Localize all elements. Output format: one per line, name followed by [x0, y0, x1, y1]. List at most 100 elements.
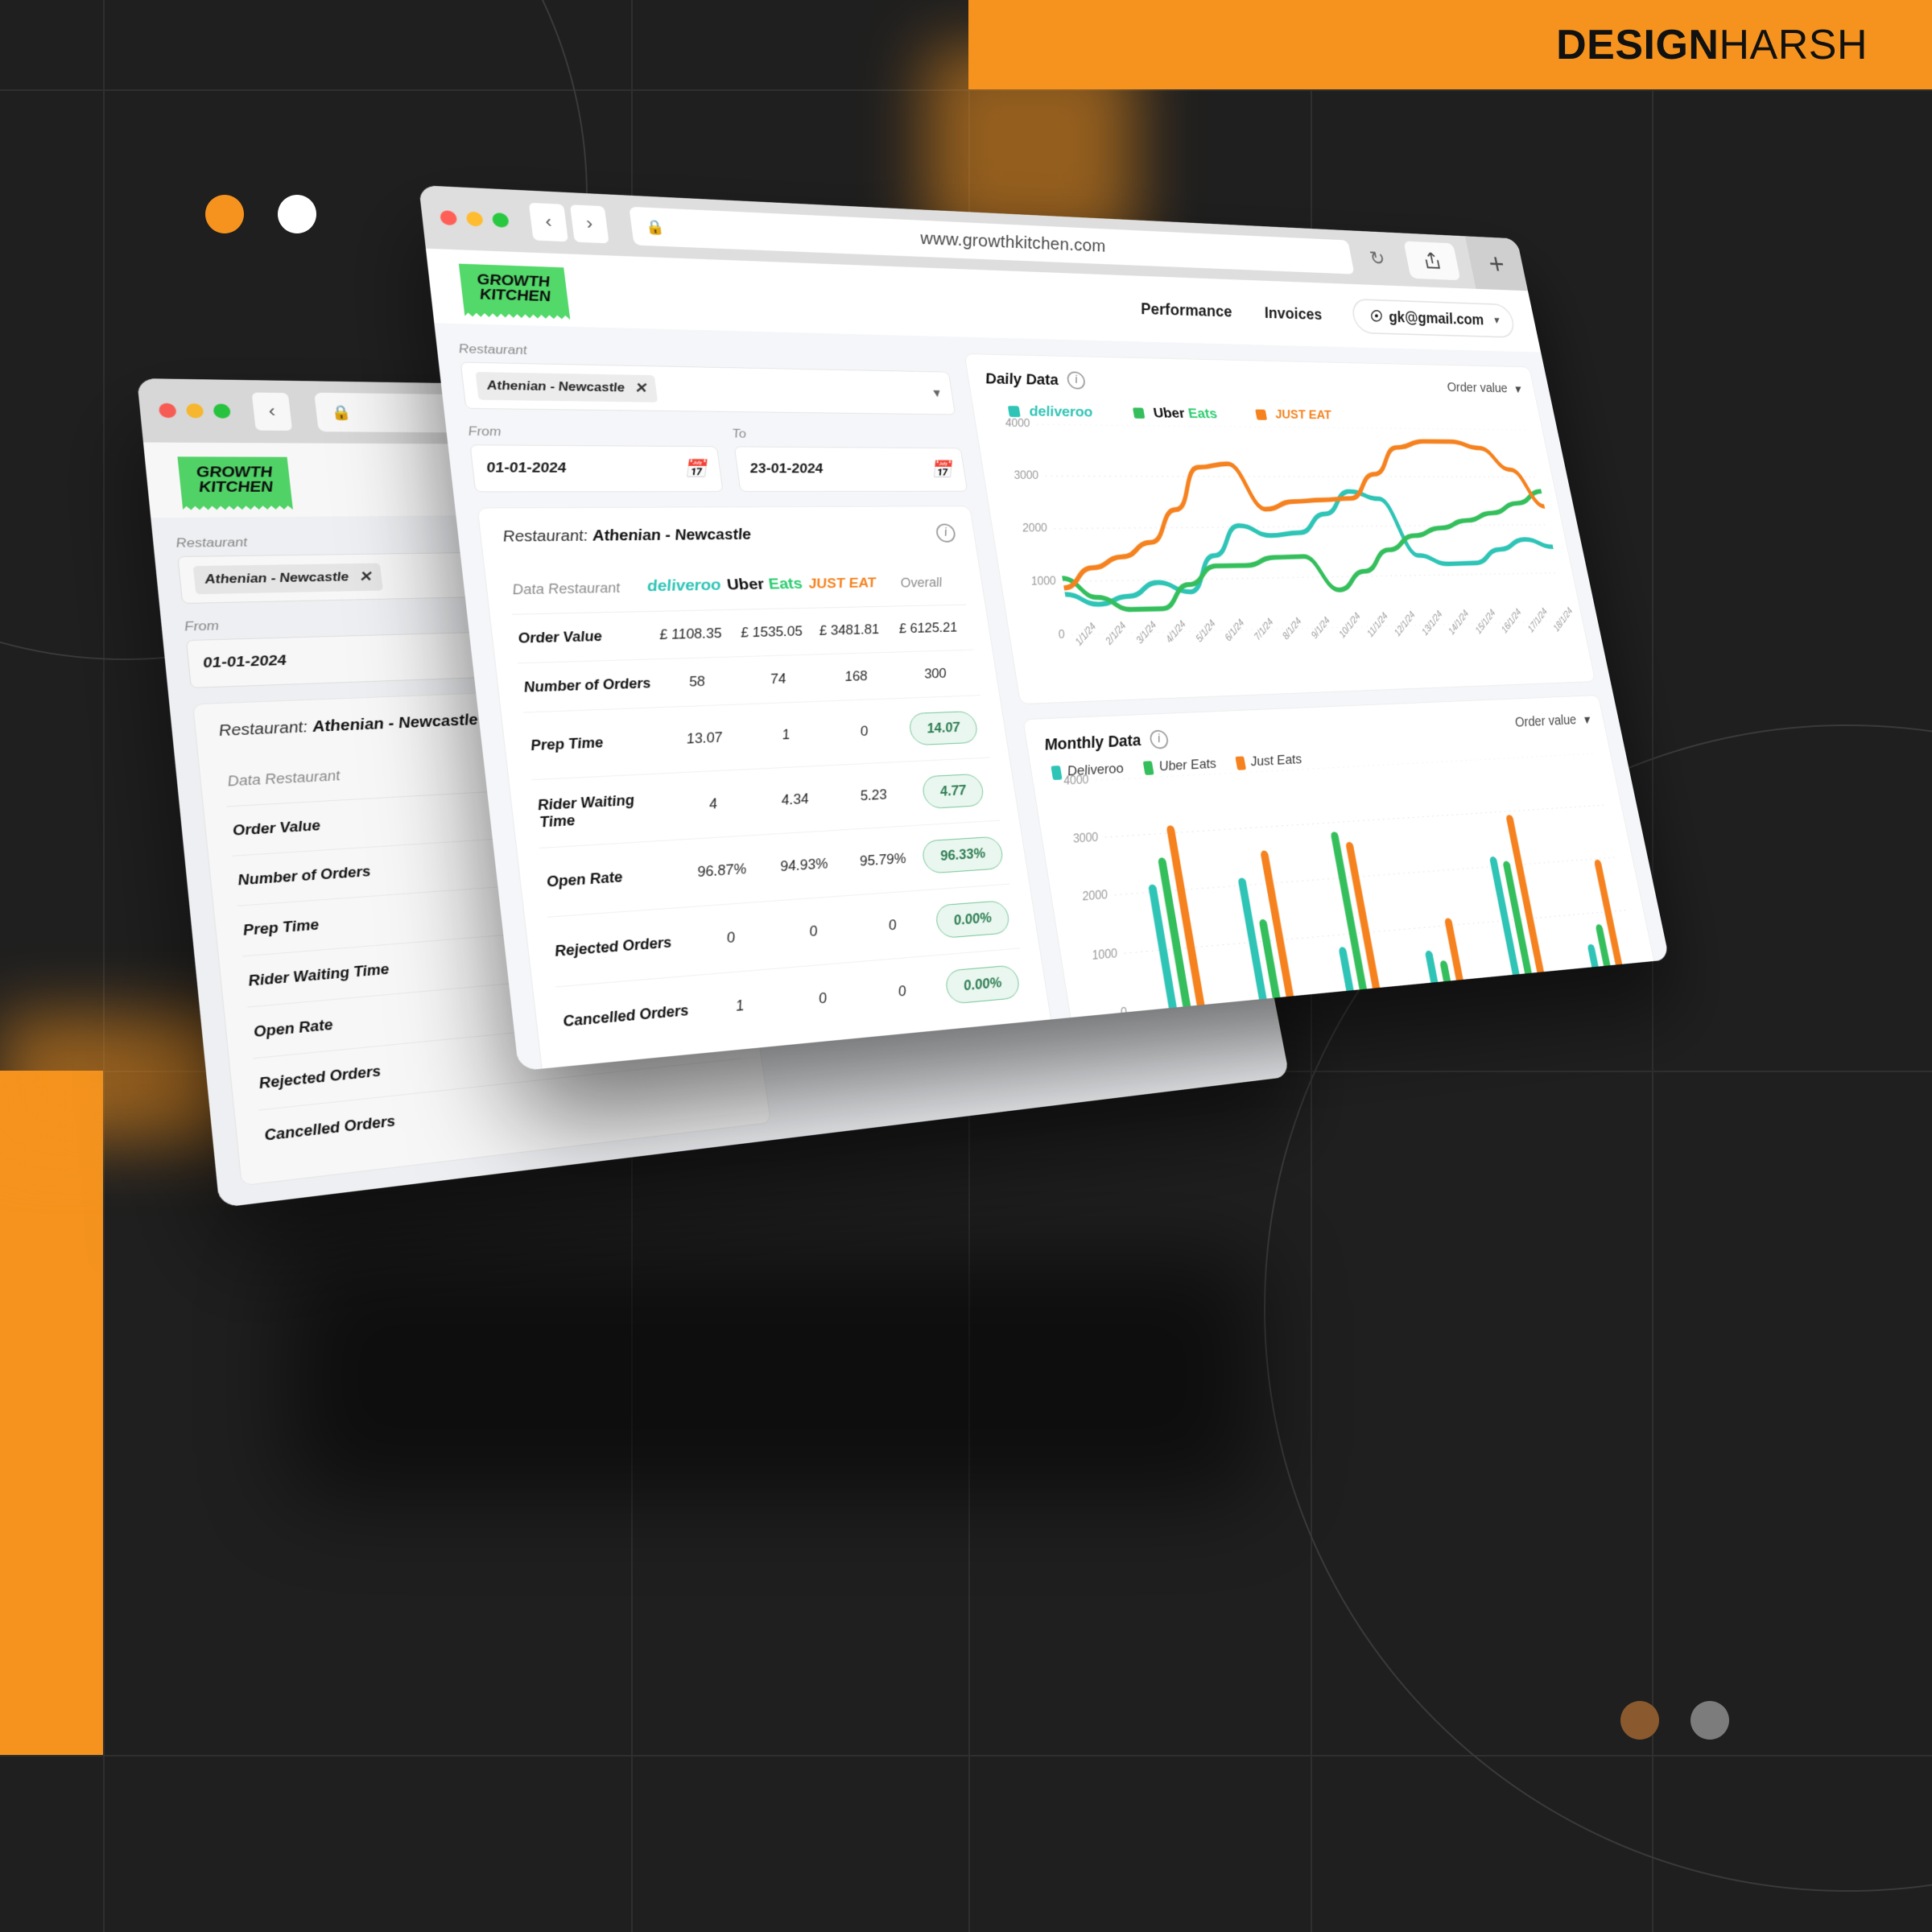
chevron-down-icon[interactable]: ▾ [1492, 314, 1500, 327]
y-tick-label: 3000 [1072, 831, 1100, 846]
traffic-lights-back[interactable] [159, 403, 232, 419]
cell-overall: £ 6125.21 [882, 605, 973, 652]
from-date[interactable]: From 01-01-2024 📅 [468, 424, 724, 493]
monthly-metric-dropdown[interactable]: Order value ▾ [1513, 711, 1591, 731]
chevron-down-icon[interactable]: ▾ [1513, 381, 1521, 397]
y-tick-label: 0 [1058, 629, 1066, 642]
cell-overall: 0.00% [925, 884, 1020, 956]
daily-line-chart [1037, 424, 1569, 635]
from-value: 01-01-2024 [485, 460, 568, 477]
back-button[interactable]: ‹ [529, 203, 568, 242]
legend-label-justeat: JUST EAT [1274, 407, 1332, 423]
share-button[interactable] [1403, 241, 1460, 280]
restaurant-chip-back[interactable]: Athenian - Newcastle ✕ [193, 563, 383, 594]
row-label: Number of Orders [518, 659, 659, 712]
back-button-back[interactable]: ‹ [252, 393, 293, 431]
info-icon[interactable]: i [1149, 729, 1170, 749]
brand-light: HARSH [1719, 22, 1868, 68]
cell-justeat: £ 3481.81 [809, 606, 890, 654]
close-icon[interactable]: ✕ [357, 568, 373, 585]
url-text: www.growthkitchen.com [630, 216, 1353, 266]
restaurant-filter[interactable]: Restaurant Athenian - Newcastle ✕ ▾ [458, 341, 956, 415]
cell-deliveroo: 1 [694, 968, 785, 1044]
info-icon[interactable]: i [1066, 371, 1086, 389]
cell-ubereats: £ 1535.05 [728, 608, 816, 657]
nav-links: Performance Invoices ☉ gk@gmail.com ▾ [1137, 291, 1517, 338]
nav-item-invoices[interactable]: Invoices [1263, 304, 1324, 324]
maximize-light[interactable] [492, 213, 510, 228]
to-value: 23-01-2024 [749, 461, 824, 477]
chevron-down-icon[interactable]: ▾ [932, 385, 942, 401]
cell-justeat: 0 [850, 890, 935, 962]
restaurant-chip-label: Athenian - Newcastle [486, 378, 625, 395]
minimize-light[interactable] [186, 403, 204, 419]
daily-title: Daily Data [984, 369, 1059, 389]
nav-item-performance[interactable]: Performance [1139, 299, 1233, 320]
to-date[interactable]: To 23-01-2024 📅 [731, 427, 968, 492]
forward-button[interactable]: › [570, 204, 609, 243]
cell-deliveroo: 0 [685, 902, 776, 976]
maximize-light[interactable] [213, 403, 231, 418]
y-tick-label: 3000 [1013, 470, 1039, 483]
restaurant-chip-label-back: Athenian - Newcastle [204, 570, 349, 588]
cell-deliveroo: 96.87% [677, 835, 767, 907]
data-table-card: Restaurant: Athenian - Newcastle i Data … [477, 506, 1053, 1071]
legend-justeat[interactable]: JUST EAT [1255, 407, 1332, 423]
to-input[interactable]: 23-01-2024 📅 [734, 446, 968, 492]
close-light[interactable] [159, 403, 177, 419]
status-badge: 0.00% [943, 964, 1021, 1005]
reload-icon[interactable]: ↻ [1368, 247, 1398, 270]
calendar-icon[interactable]: 📅 [929, 460, 953, 481]
window-shadow [290, 1256, 1256, 1497]
y-tick-label: 2000 [1022, 522, 1048, 535]
x-tick-label: Oct [1344, 994, 1365, 1011]
growth-kitchen-logo[interactable]: GROWTH KITCHEN [459, 264, 569, 313]
table-title-value: Athenian - Newcastle [592, 526, 753, 544]
browser-window-front[interactable]: ‹ › 🔒 www.growthkitchen.com ↻ + GROWTH K… [419, 185, 1670, 1071]
col-data-restaurant: Data Restaurant [506, 562, 647, 614]
monthly-metric-value: Order value [1513, 712, 1578, 731]
brand-wordmark: DESIGNHARSH [1556, 21, 1868, 69]
legend-swatch-ubereats [1143, 761, 1154, 775]
cell-ubereats: 94.93% [758, 830, 850, 902]
metrics-table: Data Restaurant deliveroo Uber Eats JUST… [506, 558, 1030, 1057]
brand-bold: DESIGN [1556, 22, 1719, 68]
cell-overall: 4.77 [906, 758, 1000, 825]
close-icon[interactable]: ✕ [633, 380, 647, 397]
status-badge: 0.00% [934, 900, 1011, 939]
from-input[interactable]: 01-01-2024 📅 [469, 444, 723, 492]
cell-ubereats: 0 [776, 962, 869, 1037]
browser-stage: ‹ 🔒 GROWTH KITCHEN Restaurant Athenian -… [0, 0, 1932, 1932]
cell-deliveroo: 13.07 [659, 704, 749, 774]
new-tab-button[interactable]: + [1465, 236, 1528, 291]
y-tick-label: 1000 [1091, 947, 1118, 963]
traffic-lights[interactable] [440, 210, 510, 228]
calendar-icon[interactable]: 📅 [683, 458, 708, 480]
close-light[interactable] [440, 210, 457, 225]
daily-metric-dropdown[interactable]: Order value ▾ [1446, 379, 1522, 396]
restaurant-chip[interactable]: Athenian - Newcastle ✕ [475, 372, 658, 402]
row-label: Open Rate [539, 840, 685, 917]
cell-justeat: 5.23 [832, 762, 915, 830]
from-label: From [468, 424, 716, 441]
chevron-down-icon[interactable]: ▾ [1582, 711, 1591, 728]
minimize-light[interactable] [465, 212, 483, 227]
row-label: Prep Time [523, 708, 668, 780]
growth-kitchen-logo-back[interactable]: GROWTH KITCHEN [177, 456, 292, 503]
legend-swatch-deliveroo [1051, 766, 1062, 780]
nav-buttons-back[interactable]: ‹ [252, 393, 293, 431]
legend-justeat[interactable]: Just Eats [1235, 752, 1303, 771]
y-tick-label: 2000 [1081, 889, 1108, 904]
account-email: gk@gmail.com [1387, 308, 1485, 328]
account-menu[interactable]: ☉ gk@gmail.com ▾ [1350, 298, 1517, 337]
legend-ubereats[interactable]: Uber Eats [1143, 756, 1218, 775]
monthly-bar-chart [1096, 753, 1640, 1013]
info-icon[interactable]: i [935, 524, 956, 543]
restaurant-select[interactable]: Athenian - Newcastle ✕ ▾ [460, 362, 956, 415]
user-circle-icon: ☉ [1367, 307, 1383, 325]
legend-ubereats[interactable]: Uber Eats [1133, 405, 1219, 422]
nav-buttons[interactable]: ‹ › [529, 203, 609, 244]
share-icon [1420, 250, 1444, 271]
x-tick-label: Nov [1427, 986, 1451, 1003]
cell-overall: 300 [890, 650, 980, 698]
